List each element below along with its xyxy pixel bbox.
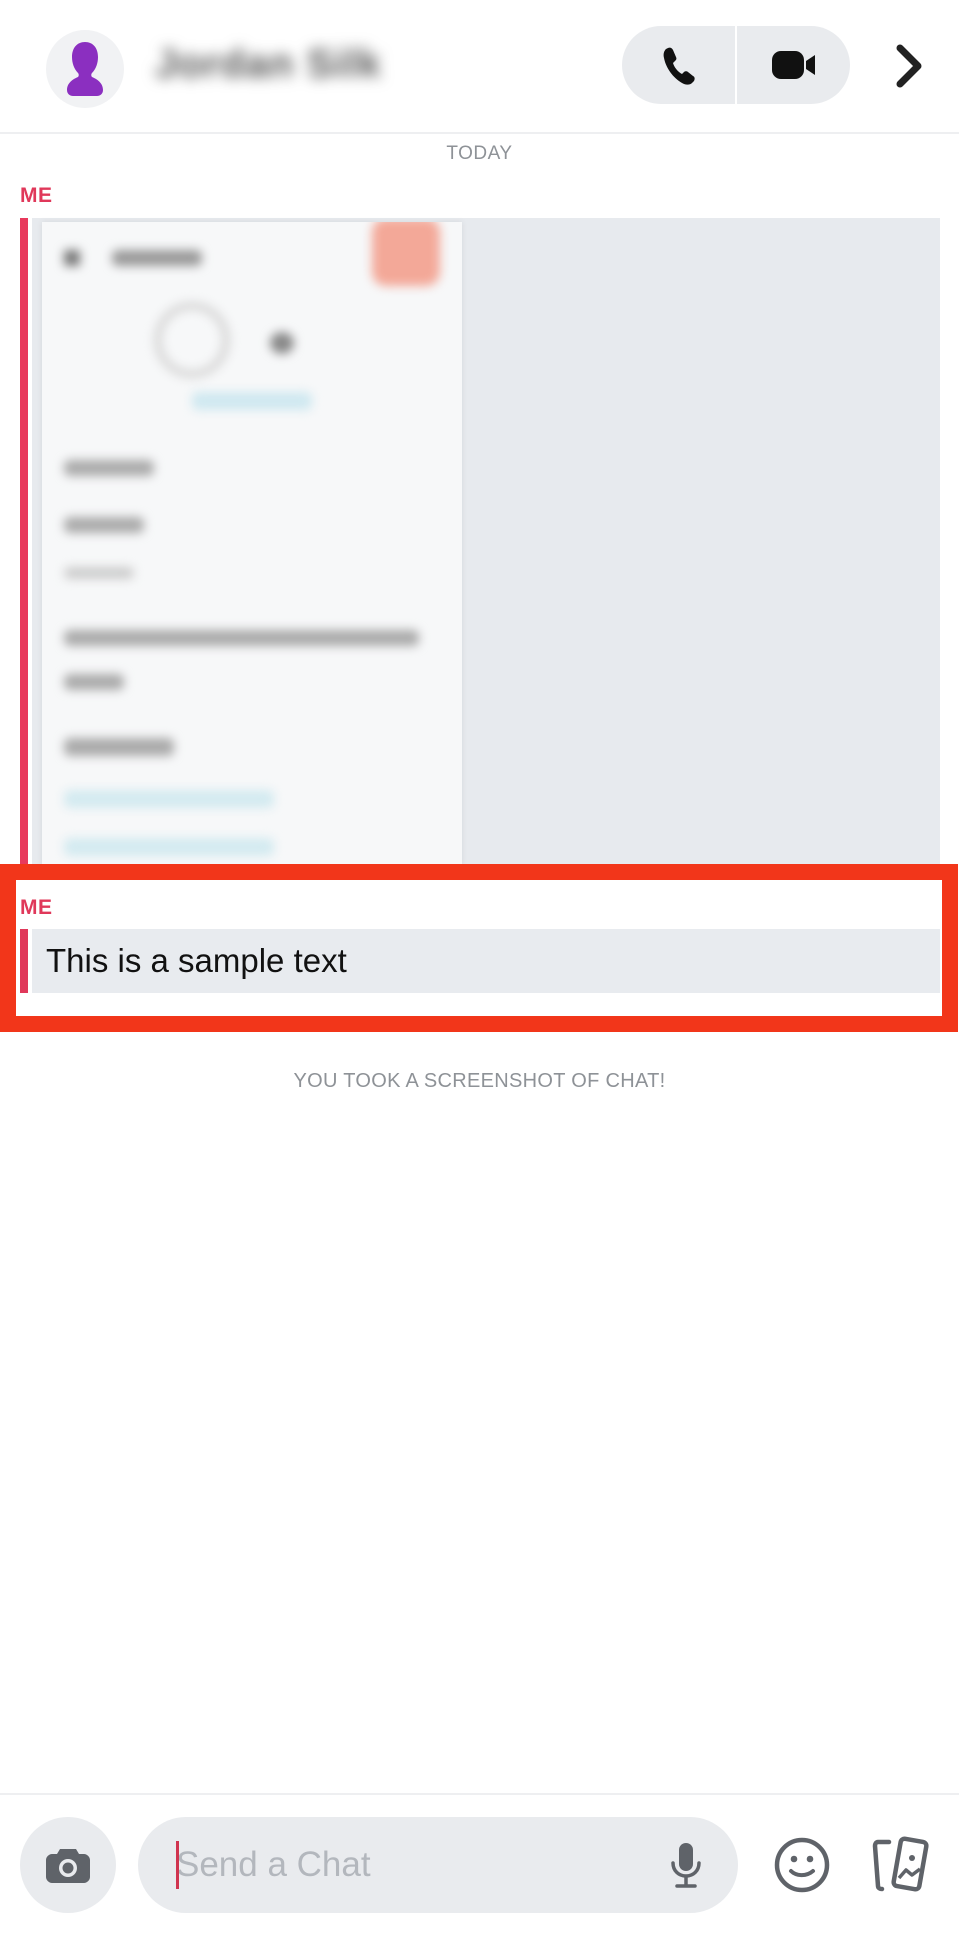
microphone-icon [671,1843,701,1888]
blurred-avatar [154,302,230,378]
message-accent-bar [20,218,28,866]
text-caret [176,1841,179,1889]
text-message[interactable]: This is a sample text [20,929,940,993]
memories-button[interactable] [862,1827,938,1903]
blurred-dot [270,332,294,354]
video-camera-icon [771,51,815,79]
avatar[interactable] [46,30,124,108]
blurred-link [192,392,312,410]
media-message [20,218,940,866]
more-button[interactable] [884,38,934,94]
chat-composer [0,1793,959,1933]
call-actions [622,26,850,104]
message-accent-bar [20,929,28,993]
system-note: YOU TOOK A SCREENSHOT OF CHAT! [293,1070,666,1092]
blurred-line [64,517,144,533]
camera-icon [46,1849,90,1883]
smiley-icon [774,1837,830,1893]
chat-input-container [138,1817,738,1913]
message-text: This is a sample text [46,942,347,979]
blurred-badge [372,222,440,286]
user-silhouette-icon [67,42,103,96]
memories-cards-icon [872,1836,929,1892]
blurred-line [64,460,154,476]
sender-label: ME [20,896,53,919]
video-call-button[interactable] [737,26,850,104]
blurred-close-icon [64,250,80,266]
camera-button[interactable] [20,1817,116,1913]
contact-name[interactable]: Jordan Silk [155,42,382,87]
blurred-line [64,674,124,690]
blurred-link [64,790,274,808]
phone-icon [663,47,695,85]
blurred-link [64,838,274,856]
emoji-button[interactable] [764,1827,840,1903]
blurred-title [112,250,202,266]
chat-input[interactable] [176,1841,656,1889]
screenshot-thumbnail[interactable] [42,222,462,866]
chevron-right-icon [896,44,922,88]
voice-call-button[interactable] [622,26,735,104]
blurred-line [64,738,174,756]
day-separator: TODAY [446,143,513,164]
blurred-line [64,630,419,646]
microphone-button[interactable] [660,1839,712,1891]
sender-label: ME [20,184,53,207]
chat-header: Jordan Silk [0,0,959,134]
blurred-line [64,567,134,579]
system-note: YOU TOOK A SCREENSHOT OF CHAT! [293,1014,666,1036]
